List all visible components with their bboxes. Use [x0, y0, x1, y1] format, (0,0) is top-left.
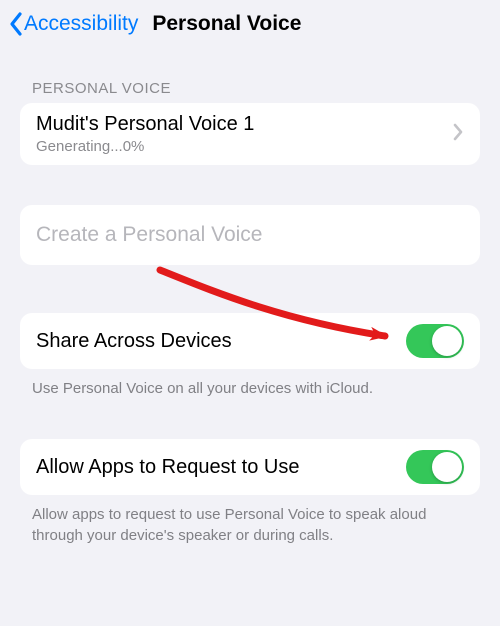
create-voice-label: Create a Personal Voice [36, 223, 464, 247]
voice-name: Mudit's Personal Voice 1 [36, 113, 452, 136]
nav-bar: Accessibility Personal Voice [0, 0, 500, 48]
chevron-left-icon [8, 11, 24, 37]
create-voice-group: Create a Personal Voice [20, 205, 480, 265]
allow-apps-label: Allow Apps to Request to Use [36, 456, 406, 479]
allow-apps-toggle[interactable] [406, 450, 464, 484]
back-label: Accessibility [24, 12, 138, 36]
share-across-devices-toggle[interactable] [406, 324, 464, 358]
share-across-devices-group: Share Across Devices [20, 313, 480, 369]
allow-apps-row: Allow Apps to Request to Use [20, 439, 480, 495]
row-main: Mudit's Personal Voice 1 Generating...0% [36, 113, 452, 155]
share-across-devices-row: Share Across Devices [20, 313, 480, 369]
section-header-personal-voice: PERSONAL VOICE [0, 48, 500, 103]
create-voice-row[interactable]: Create a Personal Voice [20, 205, 480, 265]
allow-footer: Allow apps to request to use Personal Vo… [0, 495, 500, 546]
personal-voice-group: Mudit's Personal Voice 1 Generating...0% [20, 103, 480, 165]
chevron-right-icon [452, 123, 464, 146]
toggle-knob [432, 452, 462, 482]
back-button[interactable]: Accessibility [8, 11, 138, 37]
share-across-devices-label: Share Across Devices [36, 330, 406, 353]
personal-voice-row[interactable]: Mudit's Personal Voice 1 Generating...0% [20, 103, 480, 165]
voice-status: Generating...0% [36, 138, 452, 155]
share-footer: Use Personal Voice on all your devices w… [0, 369, 500, 399]
toggle-knob [432, 326, 462, 356]
allow-apps-group: Allow Apps to Request to Use [20, 439, 480, 495]
page-title: Personal Voice [152, 12, 301, 36]
